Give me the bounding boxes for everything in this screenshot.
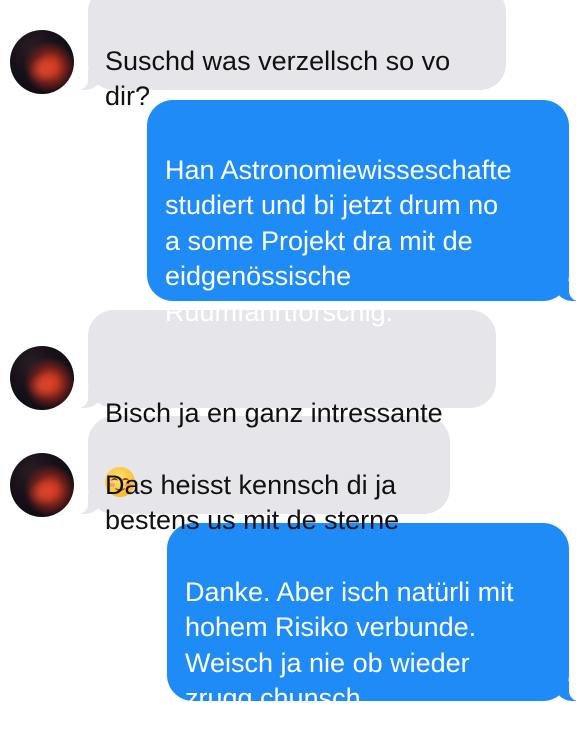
message-thread: Suschd was verzellsch so vo dir? Han Ast… xyxy=(0,0,582,713)
message-text: Danke. Aber isch natürli mit hohem Risik… xyxy=(185,576,514,714)
contact-avatar[interactable] xyxy=(10,453,74,517)
message-text: Das heisst kennsch di ja bestens us mit … xyxy=(105,469,400,536)
outgoing-message-bubble[interactable]: Han Astronomiewisseschafte studiert und … xyxy=(147,100,579,327)
message-text: Han Astronomiewisseschafte studiert und … xyxy=(165,154,512,327)
incoming-message-bubble[interactable]: Suschd was verzellsch so vo dir? xyxy=(78,0,506,111)
message-text-line: Bisch ja en ganz intressante xyxy=(105,398,443,428)
message-text: Suschd was verzellsch so vo dir? xyxy=(105,45,451,112)
contact-avatar[interactable] xyxy=(10,346,74,410)
contact-avatar[interactable] xyxy=(10,30,74,94)
